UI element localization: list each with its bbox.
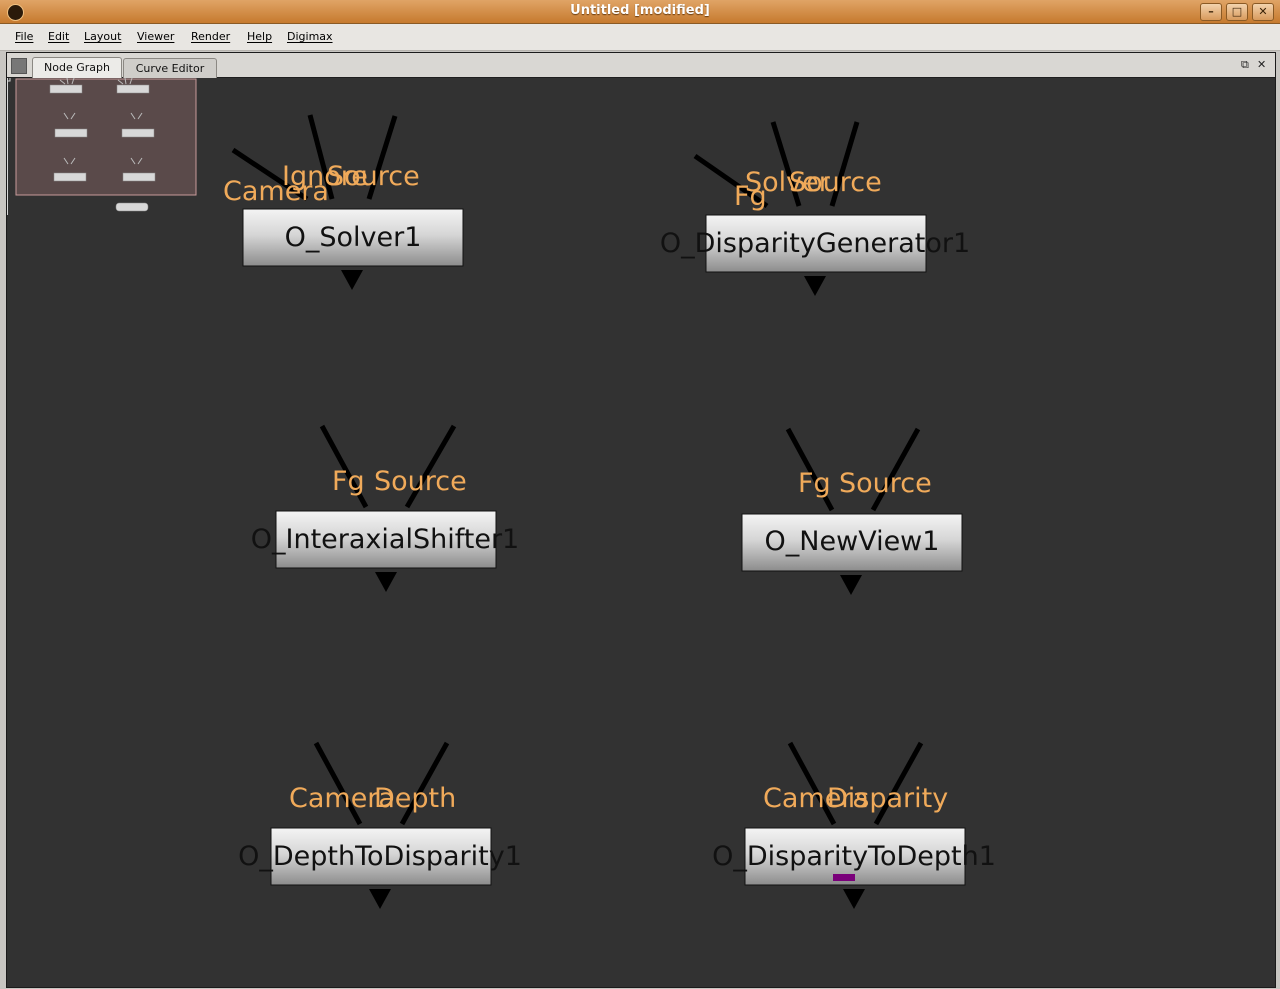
node-depth-to-disparity[interactable]: Camera Depth O_DepthToDisparity1	[238, 741, 522, 909]
output-arrow[interactable]	[840, 575, 862, 595]
title-bar: Untitled [modified] – □ ✕	[0, 0, 1280, 24]
node-disparity-generator[interactable]: Fg Solver Source O_DisparityGenerator1	[660, 121, 970, 296]
port-label: Source	[374, 466, 467, 497]
minimap-node	[116, 84, 150, 94]
port-label: Disparity	[827, 783, 948, 814]
tab-node-graph[interactable]: Node Graph	[32, 57, 122, 78]
port-label: Source	[327, 161, 420, 192]
close-window-button[interactable]: ✕	[1252, 3, 1274, 21]
close-panel-icon[interactable]: ✕	[1257, 58, 1266, 71]
minimap-node	[54, 128, 88, 138]
port-label: Source	[839, 468, 932, 499]
selection-marker	[833, 874, 855, 881]
minimap-scroll-handle[interactable]	[115, 202, 149, 212]
maximize-button[interactable]: □	[1226, 3, 1248, 21]
node-graph-panel: Node Graph Curve Editor ⧉ ✕ Camera Ignor…	[6, 52, 1276, 988]
menu-file[interactable]: File	[15, 30, 33, 43]
minimap-node	[49, 84, 83, 94]
node-solver[interactable]: Camera Ignore Source O_Solver1	[223, 114, 464, 290]
port-label: Depth	[374, 783, 456, 814]
node-interaxial-shifter[interactable]: Fg Source O_InteraxialShifter1	[251, 424, 519, 592]
menu-layout[interactable]: Layout	[84, 30, 121, 43]
port-label: Source	[789, 167, 882, 198]
output-arrow[interactable]	[843, 889, 865, 909]
node-name: O_DepthToDisparity1	[238, 841, 522, 872]
menu-edit[interactable]: Edit	[48, 30, 69, 43]
node-name: O_Solver1	[285, 222, 422, 253]
menu-render[interactable]: Render	[191, 30, 230, 43]
port-label: Fg	[332, 466, 365, 497]
panel-menu-icon[interactable]	[11, 58, 27, 74]
node-disparity-to-depth[interactable]: Camera Disparity O_DisparityToDepth1	[712, 741, 996, 909]
node-name: O_InteraxialShifter1	[251, 524, 519, 555]
menu-help[interactable]: Help	[247, 30, 272, 43]
node-name: O_NewView1	[765, 526, 940, 557]
menu-viewer[interactable]: Viewer	[137, 30, 174, 43]
menu-digimax[interactable]: Digimax	[287, 30, 333, 43]
float-panel-icon[interactable]: ⧉	[1241, 58, 1249, 72]
output-arrow[interactable]	[369, 889, 391, 909]
navigator-viewport[interactable]	[15, 78, 197, 196]
node-name: O_DisparityGenerator1	[660, 228, 970, 259]
output-arrow[interactable]	[804, 276, 826, 296]
tab-curve-editor[interactable]: Curve Editor	[123, 58, 217, 78]
port-label: Fg	[798, 468, 831, 499]
minimap-node	[121, 128, 155, 138]
node-name: O_DisparityToDepth1	[712, 841, 996, 872]
minimize-button[interactable]: –	[1200, 3, 1222, 21]
panel-tab-strip: Node Graph Curve Editor ⧉ ✕	[7, 53, 1275, 78]
node-new-view[interactable]: Fg Source O_NewView1	[741, 427, 963, 595]
minimap-node	[53, 172, 87, 182]
window-title: Untitled [modified]	[570, 3, 710, 18]
menu-bar: File Edit Layout Viewer Render Help Digi…	[0, 24, 1280, 51]
output-arrow[interactable]	[375, 572, 397, 592]
minimap-node	[122, 172, 156, 182]
graph-navigator[interactable]	[7, 78, 199, 215]
output-arrow[interactable]	[341, 270, 363, 290]
node-graph-canvas[interactable]: Camera Ignore Source O_Solver1 Fg Solver…	[7, 78, 1275, 987]
